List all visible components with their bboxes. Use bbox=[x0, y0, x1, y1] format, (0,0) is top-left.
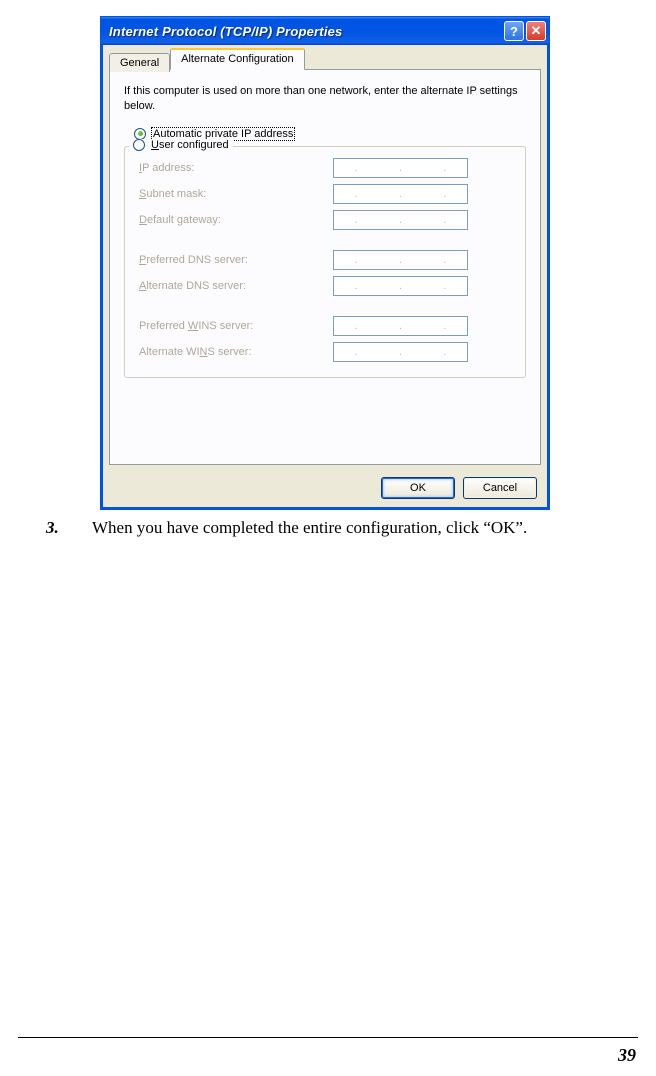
instruction-step: 3. When you have completed the entire co… bbox=[46, 518, 636, 538]
default-gateway-label: Default gateway: bbox=[133, 214, 333, 226]
subnet-mask-label: Subnet mask: bbox=[133, 188, 333, 200]
tab-panel: If this computer is used on more than on… bbox=[109, 69, 541, 465]
ip-address-input: ... bbox=[333, 158, 468, 178]
alternate-wins-label: Alternate WINS server: bbox=[133, 346, 333, 358]
close-icon[interactable]: ✕ bbox=[526, 21, 546, 41]
tab-alternate-configuration[interactable]: Alternate Configuration bbox=[170, 48, 305, 70]
cancel-button[interactable]: Cancel bbox=[463, 477, 537, 499]
alternate-dns-input: ... bbox=[333, 276, 468, 296]
subnet-mask-input: ... bbox=[333, 184, 468, 204]
preferred-wins-label: Preferred WINS server: bbox=[133, 320, 333, 332]
tab-row: General Alternate Configuration bbox=[109, 49, 541, 70]
preferred-dns-label: Preferred DNS server: bbox=[133, 254, 333, 266]
tab-general[interactable]: General bbox=[109, 53, 170, 72]
default-gateway-input: ... bbox=[333, 210, 468, 230]
radio-icon bbox=[133, 139, 145, 151]
radio-user-configured[interactable]: User configured bbox=[133, 139, 229, 151]
instruction-text: If this computer is used on more than on… bbox=[124, 84, 526, 114]
titlebar[interactable]: Internet Protocol (TCP/IP) Properties ? … bbox=[101, 17, 549, 45]
help-icon[interactable]: ? bbox=[504, 21, 524, 41]
page-number: 39 bbox=[618, 1045, 636, 1066]
tcpip-properties-dialog: Internet Protocol (TCP/IP) Properties ? … bbox=[100, 16, 550, 510]
step-number: 3. bbox=[46, 518, 92, 538]
radio-label: User configured bbox=[151, 139, 229, 151]
dialog-title: Internet Protocol (TCP/IP) Properties bbox=[109, 24, 504, 39]
step-text: When you have completed the entire confi… bbox=[92, 518, 527, 538]
alternate-wins-input: ... bbox=[333, 342, 468, 362]
preferred-wins-input: ... bbox=[333, 316, 468, 336]
preferred-dns-input: ... bbox=[333, 250, 468, 270]
ok-button[interactable]: OK bbox=[381, 477, 455, 499]
alternate-dns-label: Alternate DNS server: bbox=[133, 280, 333, 292]
footer-rule bbox=[18, 1037, 638, 1038]
ip-address-label: IP address: bbox=[133, 162, 333, 174]
